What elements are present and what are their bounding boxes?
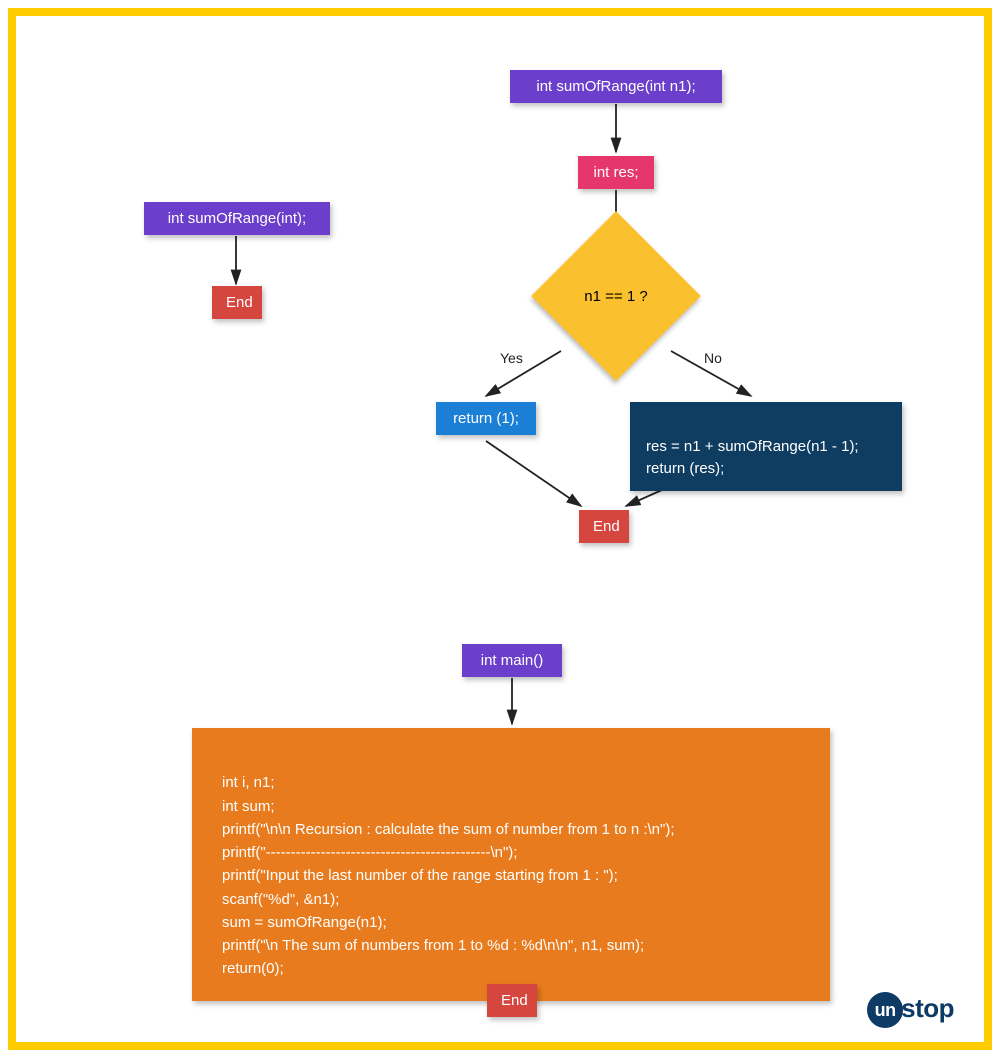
declare-end-text: End xyxy=(226,294,253,311)
main-end-text: End xyxy=(501,992,528,1009)
diagram-frame: int sumOfRange(int); End int sumOfRange(… xyxy=(8,8,992,1050)
brand-logo: unstop xyxy=(867,992,954,1028)
int-res-text: int res; xyxy=(593,164,638,181)
yes-label: Yes xyxy=(500,350,523,366)
return-one-text: return (1); xyxy=(453,410,519,427)
decision-diamond xyxy=(531,211,701,381)
int-res-box: int res; xyxy=(578,156,654,189)
main-body-box: int i, n1; int sum; printf("\n\n Recursi… xyxy=(192,728,830,1001)
main-body-text: int i, n1; int sum; printf("\n\n Recursi… xyxy=(222,774,675,977)
no-label: No xyxy=(704,350,722,366)
main-end-box: End xyxy=(487,984,537,1017)
brand-suffix: stop xyxy=(901,993,954,1023)
main-header-box: int main() xyxy=(462,644,562,677)
return-one-box: return (1); xyxy=(436,402,536,435)
brand-prefix: un xyxy=(867,992,903,1028)
recurse-box: res = n1 + sumOfRange(n1 - 1); return (r… xyxy=(630,402,902,491)
function-end-box: End xyxy=(579,510,629,543)
declare-end-box: End xyxy=(212,286,262,319)
flowchart-canvas: int sumOfRange(int); End int sumOfRange(… xyxy=(16,16,984,1042)
function-end-text: End xyxy=(593,518,620,535)
declare-function-text: int sumOfRange(int); xyxy=(168,210,306,227)
main-header-text: int main() xyxy=(481,652,544,669)
declare-function-box: int sumOfRange(int); xyxy=(144,202,330,235)
function-header-text: int sumOfRange(int n1); xyxy=(536,78,695,95)
recurse-text: res = n1 + sumOfRange(n1 - 1); return (r… xyxy=(646,438,859,477)
function-header-box: int sumOfRange(int n1); xyxy=(510,70,722,103)
